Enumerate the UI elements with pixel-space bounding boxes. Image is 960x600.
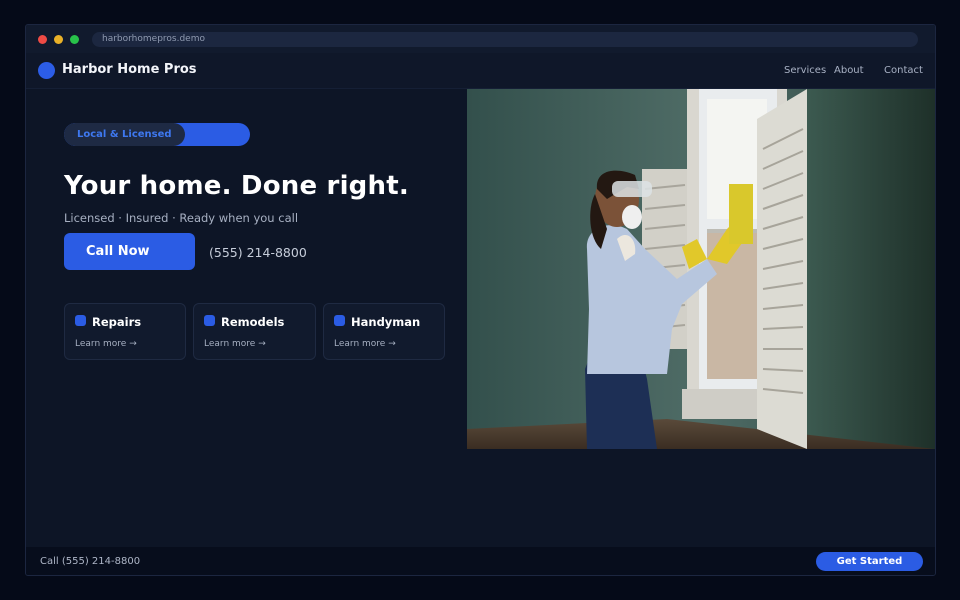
hero-photo: [467, 89, 935, 449]
handyman-icon: [334, 315, 345, 326]
maximize-window-button[interactable]: [70, 35, 79, 44]
license-badge: Local & Licensed: [64, 123, 250, 146]
hero-headline: Your home. Done right.: [64, 171, 409, 201]
hero-content: Local & Licensed Your home. Done right. …: [26, 89, 467, 547]
site-navbar: Harbor Home Pros Services About Contact: [26, 53, 935, 89]
browser-window: harborhomepros.demo Harbor Home Pros Ser…: [25, 24, 936, 576]
minimize-window-button[interactable]: [54, 35, 63, 44]
service-card-handyman[interactable]: Handyman Learn more →: [323, 303, 445, 360]
browser-titlebar: harborhomepros.demo: [26, 25, 935, 53]
service-card-repairs[interactable]: Repairs Learn more →: [64, 303, 186, 360]
remodels-icon: [204, 315, 215, 326]
sticky-footer: Call (555) 214-8800 Get Started: [26, 547, 935, 575]
learn-more-link[interactable]: Learn more →: [334, 339, 396, 349]
footer-call-text[interactable]: Call (555) 214-8800: [40, 556, 140, 567]
get-started-button[interactable]: Get Started: [816, 552, 923, 571]
service-card-title: Remodels: [221, 315, 285, 329]
brand-logo-icon[interactable]: [38, 62, 55, 79]
address-bar[interactable]: harborhomepros.demo: [92, 32, 918, 47]
learn-more-link[interactable]: Learn more →: [204, 339, 266, 349]
service-card-title: Repairs: [92, 315, 142, 329]
license-badge-label: Local & Licensed: [64, 123, 185, 146]
service-card-remodels[interactable]: Remodels Learn more →: [193, 303, 316, 360]
hero-subtitle: Licensed · Insured · Ready when you call: [64, 211, 299, 225]
call-now-button[interactable]: Call Now: [64, 233, 195, 270]
nav-link-services[interactable]: Services: [784, 65, 826, 76]
brand-name[interactable]: Harbor Home Pros: [62, 62, 197, 77]
close-window-button[interactable]: [38, 35, 47, 44]
phone-number[interactable]: (555) 214-8800: [209, 245, 307, 260]
nav-link-contact[interactable]: Contact: [884, 65, 923, 76]
service-card-title: Handyman: [351, 315, 421, 329]
repairs-icon: [75, 315, 86, 326]
learn-more-link[interactable]: Learn more →: [75, 339, 137, 349]
nav-link-about[interactable]: About: [834, 65, 864, 76]
